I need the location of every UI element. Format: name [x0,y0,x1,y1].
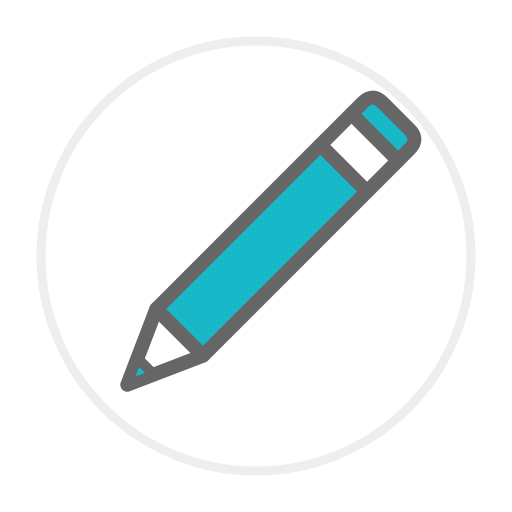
pencil-icon [36,36,476,476]
pencil-shape [120,90,422,392]
pencil-icon-container [0,0,512,512]
pencil-body [149,137,375,363]
